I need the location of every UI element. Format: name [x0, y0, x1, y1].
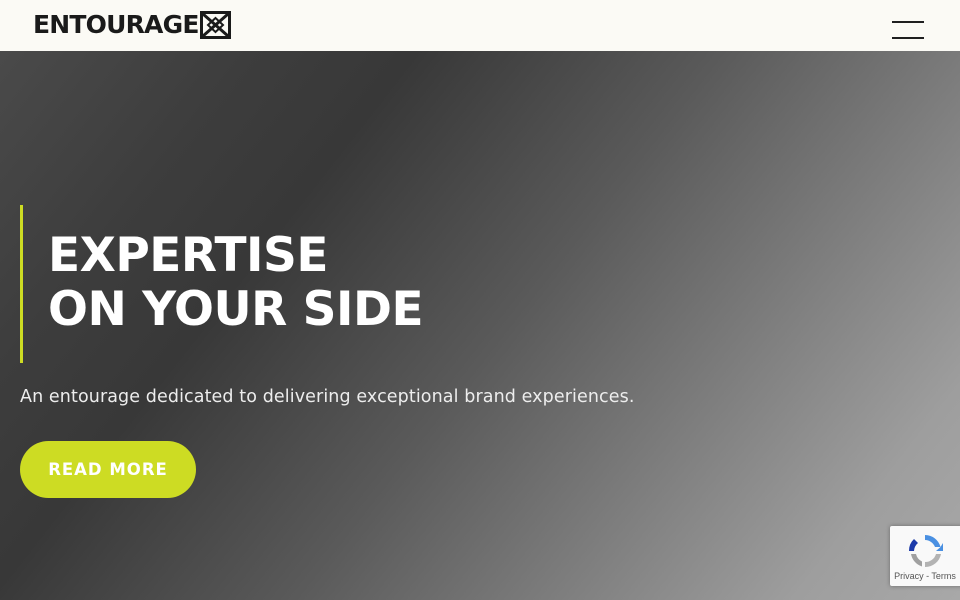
- hero-section: EXPERTISE ON YOUR SIDE An entourage dedi…: [0, 51, 960, 600]
- hero-title: EXPERTISE ON YOUR SIDE: [48, 229, 648, 337]
- hamburger-menu-icon[interactable]: [886, 15, 930, 45]
- hero-subtitle: An entourage dedicated to delivering exc…: [20, 387, 635, 407]
- recaptcha-icon: [908, 535, 943, 568]
- entourage-x-mark-icon: [199, 11, 231, 39]
- recaptcha-badge[interactable]: Privacy - Terms: [890, 526, 960, 586]
- site-header: ENTOURAGE: [0, 0, 960, 51]
- read-more-button[interactable]: READ MORE: [20, 441, 196, 498]
- logo-wordmark: ENTOURAGE: [33, 10, 199, 39]
- site-logo[interactable]: ENTOURAGE: [33, 11, 231, 39]
- hero-title-line-1: EXPERTISE: [48, 228, 328, 283]
- hero-title-line-2: ON YOUR SIDE: [48, 282, 424, 337]
- hero-accent-bar: [20, 205, 23, 363]
- recaptcha-links[interactable]: Privacy - Terms: [890, 571, 960, 581]
